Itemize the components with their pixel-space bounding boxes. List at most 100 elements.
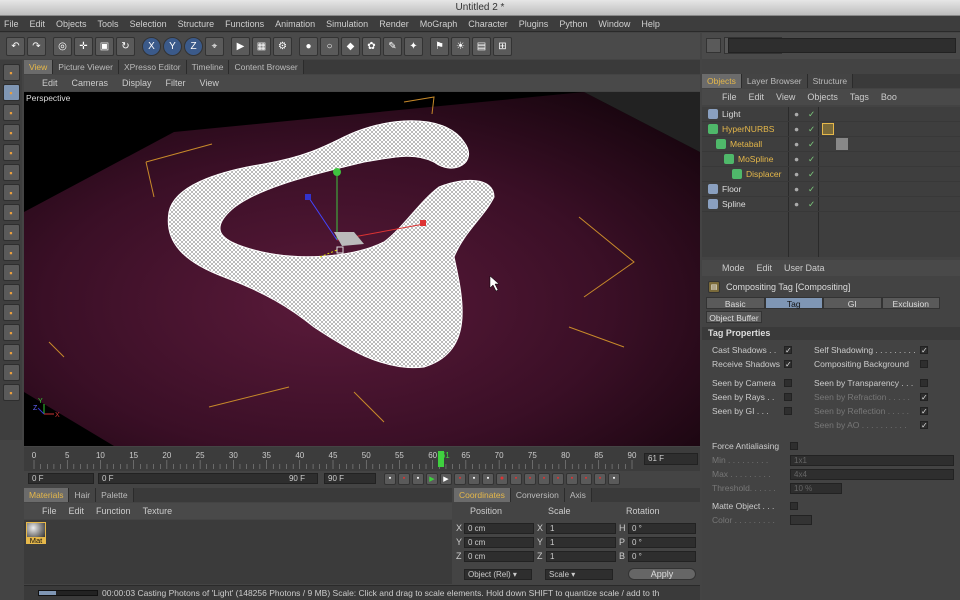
menu-selection[interactable]: Selection <box>130 19 167 29</box>
tab-view[interactable]: View <box>24 60 54 74</box>
enabled-check-icon[interactable]: ✓ <box>808 124 815 135</box>
matte-object-checkbox[interactable] <box>790 502 798 510</box>
prop-checkbox[interactable]: ✓ <box>784 360 792 369</box>
knife-icon[interactable]: ▪ <box>2 384 20 401</box>
objects-menu-tags[interactable]: Tags <box>850 92 869 102</box>
threshold-value-field[interactable]: 10 % <box>790 483 842 494</box>
texture-mode-icon[interactable]: ▪ <box>2 104 20 121</box>
menu-animation[interactable]: Animation <box>275 19 315 29</box>
object-row-floor[interactable]: Floor ● ✓ <box>702 182 960 197</box>
make-editable-icon[interactable]: ▪ <box>2 64 20 81</box>
tab-hair[interactable]: Hair <box>69 488 97 502</box>
menu-functions[interactable]: Functions <box>225 19 264 29</box>
polygons-mode-icon[interactable]: ▪ <box>2 184 20 201</box>
material-menu-edit[interactable]: Edit <box>69 506 85 516</box>
y-axis-icon[interactable]: Y <box>163 36 182 56</box>
array-icon[interactable]: ✿ <box>362 36 381 56</box>
visibility-dots[interactable]: ● <box>794 154 799 164</box>
pla-key-icon[interactable]: ▪ <box>594 472 606 485</box>
points-mode-icon[interactable]: ▪ <box>2 144 20 161</box>
next-frame-icon[interactable]: ▶ <box>440 472 452 485</box>
min-value-field[interactable]: 1x1 <box>790 455 954 466</box>
deformer-icon[interactable]: ✎ <box>383 36 402 56</box>
go-start-icon[interactable]: ▪ <box>384 472 396 485</box>
scale-x-field[interactable]: 1 <box>546 523 616 534</box>
objects-menu-edit[interactable]: Edit <box>749 92 765 102</box>
object-row-spline[interactable]: Spline ● ✓ <box>702 197 960 212</box>
end-frame-field[interactable]: 90 F <box>324 473 376 484</box>
scale-y-field[interactable]: 1 <box>546 537 616 548</box>
menu-help[interactable]: Help <box>641 19 660 29</box>
tab-materials[interactable]: Materials <box>24 488 70 502</box>
prop-checkbox[interactable] <box>784 393 792 401</box>
prop-checkbox[interactable] <box>920 379 928 387</box>
rotation-b-field[interactable]: 0 ° <box>628 551 696 562</box>
scale-key-icon[interactable]: ▪ <box>552 472 564 485</box>
enabled-check-icon[interactable]: ✓ <box>808 199 815 210</box>
visibility-dots[interactable]: ● <box>794 139 799 149</box>
viewport-menu-edit[interactable]: Edit <box>42 78 58 88</box>
play-icon[interactable]: ▶ <box>426 472 438 485</box>
menu-mograph[interactable]: MoGraph <box>420 19 458 29</box>
compositing-tag[interactable] <box>822 123 834 135</box>
edges-mode-icon[interactable]: ▪ <box>2 164 20 181</box>
material-menu-texture[interactable]: Texture <box>143 506 173 516</box>
viewport-menu-filter[interactable]: Filter <box>166 78 186 88</box>
visibility-dots[interactable]: ● <box>794 169 799 179</box>
visibility-dots[interactable]: ● <box>794 199 799 209</box>
attributes-menu-mode[interactable]: Mode <box>722 263 745 273</box>
render-view-icon[interactable]: ▶ <box>231 36 250 56</box>
tab-picture-viewer[interactable]: Picture Viewer <box>53 60 119 74</box>
position-y-field[interactable]: 0 cm <box>464 537 534 548</box>
light-icon[interactable]: ☀ <box>451 36 470 56</box>
tab-axis[interactable]: Axis <box>564 488 592 502</box>
axis-lock-icon[interactable]: ▪ <box>2 304 20 321</box>
next-key-icon[interactable]: ▪ <box>454 472 466 485</box>
scheme-icon[interactable]: ▪ <box>608 472 620 485</box>
scale-z-field[interactable]: 1 <box>546 551 616 562</box>
rot-key-icon[interactable]: ▪ <box>566 472 578 485</box>
prop-checkbox[interactable]: ✓ <box>920 421 928 430</box>
prev-frame-icon[interactable]: ▪ <box>412 472 424 485</box>
spline-pen-icon[interactable]: ○ <box>320 36 339 56</box>
viewport-menu-view[interactable]: View <box>200 78 219 88</box>
tab-palette[interactable]: Palette <box>96 488 134 502</box>
tab-content-browser[interactable]: Content Browser <box>229 60 304 74</box>
coordinate-system-icon[interactable]: ⌖ <box>205 36 224 56</box>
prop-checkbox[interactable] <box>784 379 792 387</box>
param-key-icon[interactable]: ▪ <box>580 472 592 485</box>
tab-objects[interactable]: Objects <box>702 74 742 88</box>
live-select-icon[interactable]: ◎ <box>53 36 72 56</box>
enabled-check-icon[interactable]: ✓ <box>808 109 815 120</box>
enabled-check-icon[interactable]: ✓ <box>808 154 815 165</box>
scene-icon[interactable]: ✦ <box>404 36 423 56</box>
position-x-field[interactable]: 0 cm <box>464 523 534 534</box>
menu-simulation[interactable]: Simulation <box>326 19 368 29</box>
model-mode-icon[interactable]: ▪ <box>2 84 20 101</box>
z-axis-icon[interactable]: Z <box>184 36 203 56</box>
tab-conversion[interactable]: Conversion <box>510 488 565 502</box>
menu-objects[interactable]: Objects <box>56 19 87 29</box>
tab-structure[interactable]: Structure <box>807 74 854 88</box>
menu-structure[interactable]: Structure <box>178 19 215 29</box>
object-row-displacer[interactable]: Displacer ● ✓ <box>702 167 960 182</box>
x-axis-icon[interactable]: X <box>142 36 161 56</box>
scale-mode-select[interactable]: Scale ▾ <box>545 569 613 580</box>
checker-icon[interactable]: ▪ <box>2 204 20 221</box>
tab-timeline[interactable]: Timeline <box>186 60 230 74</box>
viewport-menu-cameras[interactable]: Cameras <box>72 78 109 88</box>
prop-checkbox[interactable]: ✓ <box>920 393 928 402</box>
undo-icon[interactable]: ↶ <box>6 36 25 56</box>
grip-icon[interactable] <box>706 38 721 53</box>
material-menu-file[interactable]: File <box>42 506 57 516</box>
objects-menu-file[interactable]: File <box>722 92 737 102</box>
viewport-menu-display[interactable]: Display <box>122 78 152 88</box>
current-frame-field[interactable]: 61 F <box>644 453 698 465</box>
tab-layer-browser[interactable]: Layer Browser <box>741 74 808 88</box>
keyframe-sel-icon[interactable]: ▪ <box>524 472 536 485</box>
objects-menu-view[interactable]: View <box>776 92 795 102</box>
menu-file[interactable]: File <box>4 19 19 29</box>
redo-icon[interactable]: ↷ <box>27 36 46 56</box>
tab-xpresso-editor[interactable]: XPresso Editor <box>118 60 187 74</box>
prev-key-icon[interactable]: ▪ <box>398 472 410 485</box>
